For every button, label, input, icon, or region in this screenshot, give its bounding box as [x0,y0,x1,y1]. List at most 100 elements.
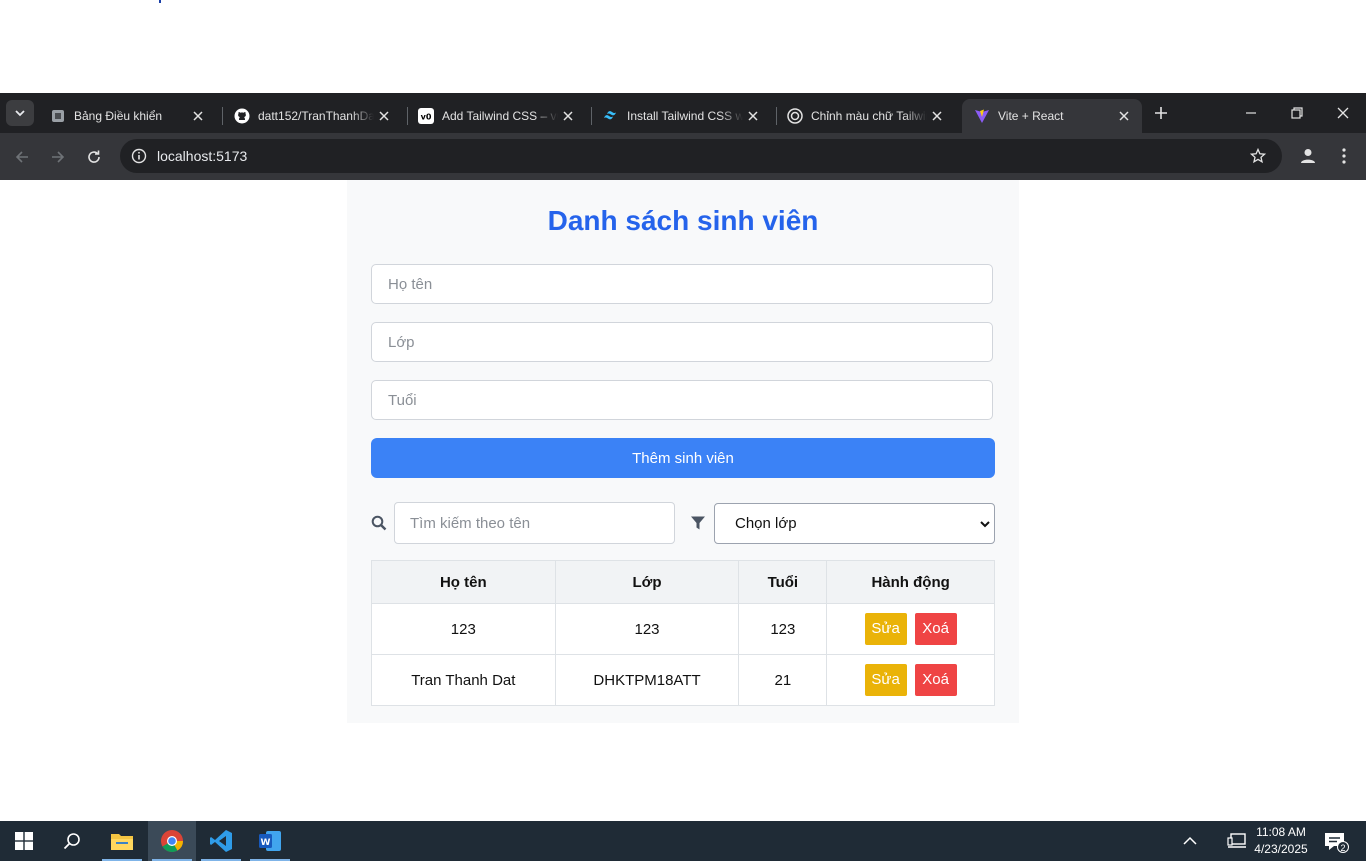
cell-class: 123 [554,603,740,655]
github-icon [234,108,250,124]
close-icon[interactable] [1114,106,1134,126]
reload-button[interactable] [81,144,107,170]
delete-button[interactable]: Xoá [914,613,957,645]
show-hidden-icons-button[interactable] [1166,821,1214,861]
edit-button[interactable]: Sửa [864,664,907,696]
cell-age: 123 [738,603,828,655]
browser-menu-button[interactable] [1334,144,1354,168]
vscode-icon [210,830,232,852]
dashboard-favicon-icon [50,108,66,124]
class-input[interactable] [371,322,993,362]
table-header-row: Họ tên Lớp Tuổi Hành động [371,560,995,604]
browser-toolbar: localhost:5173 [0,133,1366,180]
tab-title: Install Tailwind CSS with Vite [627,109,743,123]
search-input[interactable] [394,502,675,544]
start-button[interactable] [0,821,48,861]
new-tab-button[interactable] [1150,102,1172,124]
clock-time: 11:08 AM [1256,825,1306,839]
column-header-actions: Hành động [826,560,995,604]
chevron-up-icon [1183,836,1197,845]
restore-icon [1291,107,1303,119]
svg-text:W: W [261,838,271,848]
tab-vite-react[interactable]: Vite + React [962,99,1142,133]
arrow-left-icon [15,151,28,163]
desktop-top-area [0,0,1366,93]
plus-icon [1155,107,1167,119]
search-icon [63,833,80,850]
stray-mark [159,0,161,3]
address-bar[interactable]: localhost:5173 [120,139,1282,173]
taskbar-search-button[interactable] [48,821,96,861]
tab-search-button[interactable] [6,100,34,126]
folder-icon [111,834,133,850]
taskbar-word[interactable]: W [246,821,294,861]
notification-count-badge: 2 [1337,841,1349,853]
bookmark-button[interactable] [1248,146,1268,166]
chrome-icon [161,830,183,852]
name-input[interactable] [371,264,993,304]
minimize-button[interactable] [1228,93,1274,133]
column-header-class: Lớp [554,560,740,604]
student-card: Danh sách sinh viên Thêm sinh viên Chọn … [347,180,1019,723]
cell-actions: Sửa Xoá [826,603,995,655]
close-icon[interactable] [927,106,947,126]
tab-title: Add Tailwind CSS – v0 [442,109,558,123]
site-info-button[interactable] [128,145,150,167]
windows-taskbar: W 11:08 AM 4/23/2025 2 [0,821,1366,861]
chatgpt-icon [787,108,803,124]
class-filter-select[interactable]: Chọn lớp [714,503,995,544]
clock-date: 4/23/2025 [1254,842,1308,856]
svg-text:v0: v0 [421,113,432,122]
taskbar-chrome[interactable] [148,821,196,861]
star-icon [1250,148,1266,164]
close-icon[interactable] [374,106,394,126]
tab-title: Chỉnh màu chữ Tailwind [811,109,927,123]
profile-button[interactable] [1296,144,1320,168]
close-icon [1337,107,1349,119]
edit-button[interactable]: Sửa [864,613,907,645]
v0-icon: v0 [418,108,434,124]
reload-icon [88,150,100,163]
page-title: Danh sách sinh viên [547,205,819,236]
search-icon [371,515,387,531]
page-viewport: Danh sách sinh viên Thêm sinh viên Chọn … [0,180,1366,821]
tab-chatgpt[interactable]: Chỉnh màu chữ Tailwind [775,99,955,133]
windows-logo-icon [15,832,33,850]
cell-class: DHKTPM18ATT [554,654,740,706]
arrow-right-icon [52,151,65,163]
tab-title: Bảng Điều khiển [74,109,163,123]
class-filter-value: Chọn lớp [735,515,797,532]
close-window-button[interactable] [1320,93,1366,133]
restore-button[interactable] [1274,93,1320,133]
taskbar-file-explorer[interactable] [98,821,146,861]
taskbar-clock[interactable]: 11:08 AM 4/23/2025 [1254,824,1308,858]
close-icon[interactable] [743,106,763,126]
add-student-button[interactable]: Thêm sinh viên [371,438,995,478]
back-button[interactable] [9,144,35,170]
forward-button[interactable] [45,144,71,170]
tab-github[interactable]: datt152/TranThanhDat [222,99,402,133]
cell-age: 21 [738,654,828,706]
minimize-icon [1246,112,1256,114]
tab-tailwind-install[interactable]: Install Tailwind CSS with Vite [591,99,771,133]
word-icon: W [259,831,281,851]
vite-icon [974,108,990,124]
cell-actions: Sửa Xoá [826,654,995,706]
close-icon[interactable] [558,106,578,126]
delete-button[interactable]: Xoá [914,664,957,696]
table-row: Tran Thanh Dat DHKTPM18ATT 21 Sửa Xoá [371,654,995,706]
kebab-menu-icon [1342,148,1346,164]
column-header-name: Họ tên [371,560,556,604]
taskbar-vscode[interactable] [197,821,245,861]
cell-name: Tran Thanh Dat [371,654,556,706]
tab-v0[interactable]: v0 Add Tailwind CSS – v0 [406,99,586,133]
tab-dashboard[interactable]: Bảng Điều khiển [38,99,216,133]
person-icon [1301,149,1315,163]
student-table: Họ tên Lớp Tuổi Hành động 123 123 123 Sử… [371,560,995,706]
network-icon [1227,833,1246,848]
age-input[interactable] [371,380,993,420]
url-text[interactable]: localhost:5173 [157,148,247,164]
tab-title: Vite + React [998,109,1064,123]
close-icon[interactable] [188,106,208,126]
table-row: 123 123 123 Sửa Xoá [371,603,995,655]
